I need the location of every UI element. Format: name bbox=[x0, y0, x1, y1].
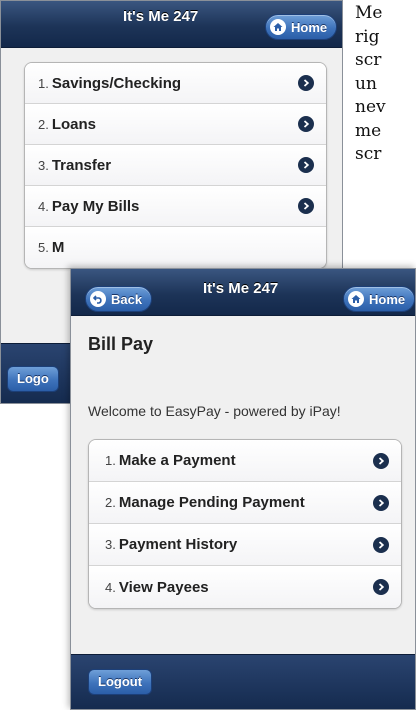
menu-item-label: Pay My Bills bbox=[51, 197, 140, 215]
menu-item-number: 1. bbox=[105, 453, 116, 468]
top-navbar: Back It's Me 247 Home bbox=[71, 269, 415, 316]
home-button[interactable]: Home bbox=[265, 14, 338, 40]
menu-item-make-a-payment[interactable]: 1. Make a Payment bbox=[89, 440, 401, 482]
menu-item-label: Make a Payment bbox=[118, 452, 236, 469]
home-button-label: Home bbox=[369, 291, 406, 307]
menu-item-number: 2. bbox=[38, 116, 49, 132]
menu-item-label: M bbox=[51, 239, 65, 256]
chevron-right-icon bbox=[298, 75, 314, 91]
menu-item-number: 4. bbox=[38, 198, 49, 214]
home-button-label: Home bbox=[291, 19, 328, 35]
menu-item-label: View Payees bbox=[118, 578, 209, 596]
side-text-line: Me bbox=[355, 3, 383, 23]
home-icon bbox=[348, 291, 364, 307]
logout-button[interactable]: Logout bbox=[88, 669, 153, 695]
menu-item-payment-history[interactable]: 3. Payment History bbox=[89, 524, 401, 566]
side-text-line: nev bbox=[355, 97, 386, 117]
menu-item-number: 3. bbox=[38, 157, 49, 173]
menu-item-5[interactable]: 5. M bbox=[25, 227, 326, 268]
menu-item-number: 4. bbox=[105, 579, 116, 595]
home-icon bbox=[270, 19, 286, 35]
menu-item-label: Loans bbox=[51, 115, 97, 133]
menu-item-savings-checking[interactable]: 1. Savings/Checking bbox=[25, 63, 326, 104]
menu-item-transfer[interactable]: 3. Transfer bbox=[25, 145, 326, 186]
side-text-line: scr bbox=[355, 50, 382, 70]
bill-pay-menu-list: 1. Make a Payment 2. Manage Pending Paym… bbox=[88, 439, 402, 609]
chevron-right-icon bbox=[298, 198, 314, 214]
menu-item-label: Manage Pending Payment bbox=[118, 494, 305, 511]
bill-pay-screen: Back It's Me 247 Home Bill Pay Welcome t… bbox=[70, 268, 416, 710]
menu-item-loans[interactable]: 2. Loans bbox=[25, 104, 326, 145]
back-button[interactable]: Back bbox=[85, 286, 153, 312]
side-text-line: me bbox=[355, 120, 382, 141]
app-title: It's Me 247 bbox=[203, 280, 279, 297]
chevron-right-icon bbox=[298, 116, 314, 132]
menu-item-label: Payment History bbox=[118, 536, 238, 553]
main-menu-list: 1. Savings/Checking 2. Loans 3. Transfer… bbox=[24, 62, 327, 269]
chevron-right-icon bbox=[373, 536, 389, 553]
back-arrow-icon bbox=[90, 291, 106, 307]
menu-item-view-payees[interactable]: 4. View Payees bbox=[89, 566, 401, 608]
chevron-right-icon bbox=[373, 494, 389, 511]
top-navbar: It's Me 247 Home bbox=[1, 1, 342, 48]
welcome-text: Welcome to EasyPay - powered by iPay! bbox=[88, 403, 341, 419]
menu-item-number: 1. bbox=[38, 75, 49, 91]
side-text-line: rig bbox=[355, 26, 380, 47]
side-document-text: Me rig scr un nev me scr bbox=[355, 2, 416, 167]
app-title: It's Me 247 bbox=[123, 8, 199, 25]
menu-item-number: 3. bbox=[105, 537, 116, 552]
menu-item-manage-pending-payment[interactable]: 2. Manage Pending Payment bbox=[89, 482, 401, 524]
chevron-right-icon bbox=[373, 452, 389, 469]
menu-item-label: Savings/Checking bbox=[51, 74, 182, 92]
chevron-right-icon bbox=[298, 157, 314, 173]
page-title: Bill Pay bbox=[88, 334, 154, 354]
home-button[interactable]: Home bbox=[343, 286, 415, 312]
menu-item-pay-my-bills[interactable]: 4. Pay My Bills bbox=[25, 186, 326, 227]
logout-button[interactable]: Logo bbox=[7, 366, 59, 392]
menu-item-number: 5. bbox=[38, 240, 49, 255]
side-text-line: scr bbox=[355, 144, 382, 164]
side-text-line: un bbox=[355, 73, 377, 94]
chevron-right-icon bbox=[373, 579, 389, 595]
bottom-toolbar: Logout bbox=[71, 654, 415, 709]
menu-item-number: 2. bbox=[105, 495, 116, 510]
back-button-label: Back bbox=[111, 291, 143, 307]
menu-item-label: Transfer bbox=[51, 156, 112, 174]
